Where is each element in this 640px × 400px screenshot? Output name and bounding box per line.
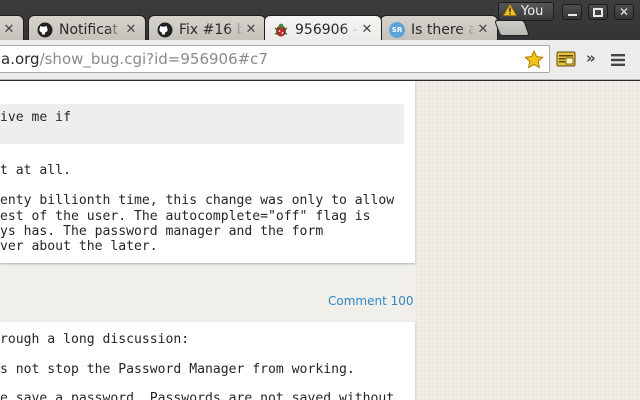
tab-title: Is there a [411,21,475,38]
comment-line: ver about the later. [0,239,158,254]
url-path: /show_bug.cgi?id=956906#c7 [39,50,268,68]
tab-partial[interactable]: ✕ [0,15,24,40]
minimize-icon [567,14,577,16]
url-domain: a.org [1,50,40,68]
extension-icon[interactable] [556,50,576,72]
profile-button[interactable]: You [498,2,554,21]
browser-toolbar: a.org/show_bug.cgi?id=956906#c7 » [0,40,640,80]
close-tab-icon[interactable]: ✕ [1,22,17,37]
comment-line: t at all. [0,163,71,178]
page-margin [415,81,640,400]
tab-title: Notificat [59,21,119,38]
overflow-chevron-icon[interactable]: » [586,49,596,67]
comment-card: rough a long discussion: s not stop the … [0,322,415,400]
github-icon [37,22,53,38]
close-window-button[interactable]: ✕ [614,4,634,20]
superuser-icon: SR [389,21,405,38]
quote-line: ive me if [0,110,71,125]
comment-number-link[interactable]: Comment 100 [328,294,414,308]
address-bar[interactable]: a.org/show_bug.cgi?id=956906#c7 [0,45,550,73]
comment-line: e save a password. Passwords are not sav… [0,391,395,400]
tab-title: 956906 – [295,21,359,38]
profile-label: You [521,4,544,19]
tab-bugzilla-956906[interactable]: 956906 – ✕ [264,15,382,40]
comment-card: ive me if t at all. enty billionth time,… [0,81,415,263]
close-icon: ✕ [618,5,630,19]
bookmark-star-icon[interactable] [524,49,544,73]
close-tab-icon[interactable]: ✕ [123,22,139,37]
comment-line: s not stop the Password Manager from wor… [0,362,355,377]
maximize-icon [593,7,603,17]
menu-icon[interactable] [611,52,625,71]
close-tab-icon[interactable]: ✕ [243,22,259,37]
comment-line: rough a long discussion: [0,332,190,347]
maximize-button[interactable] [588,4,608,20]
warning-icon [502,3,518,20]
minimize-button[interactable] [562,4,582,20]
page-content: ive me if t at all. enty billionth time,… [0,81,640,400]
tab-github-notifications[interactable]: Notificat ✕ [28,15,146,40]
close-tab-icon[interactable]: ✕ [359,22,375,37]
new-tab-button[interactable] [494,20,530,36]
bugzilla-bug-icon [273,22,289,38]
tab-title: Fix #16 b [179,21,243,38]
tab-github-fix[interactable]: Fix #16 b ✕ [148,15,266,40]
github-icon [157,22,173,38]
quoted-text-block: ive me if [0,104,404,144]
tab-superuser[interactable]: SR Is there a ✕ [380,15,498,40]
close-tab-icon[interactable]: ✕ [475,22,491,37]
tab-strip: ✕ Notificat ✕ Fix #16 b ✕ 956906 – ✕ SR … [0,0,640,40]
